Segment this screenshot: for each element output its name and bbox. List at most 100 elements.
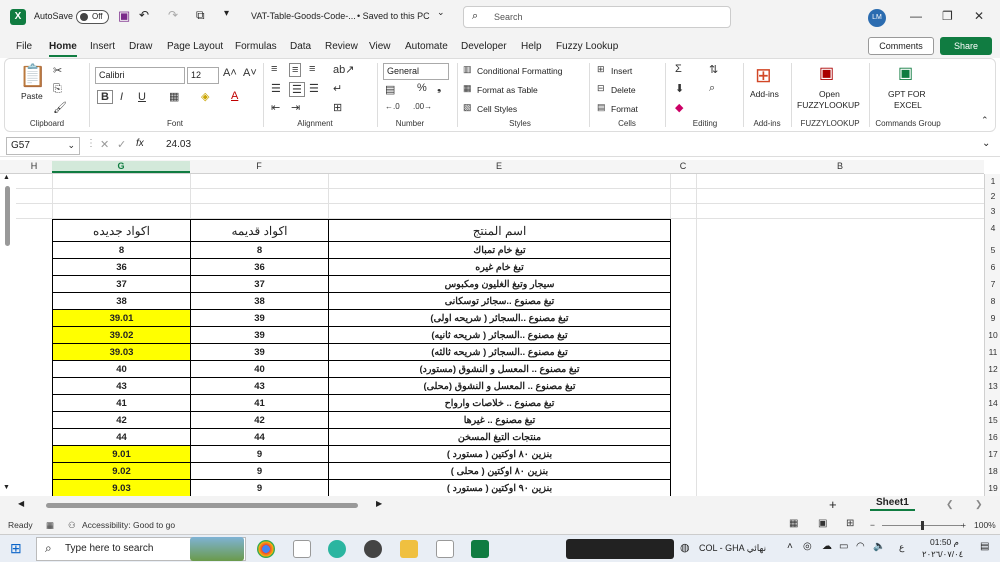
close-icon[interactable]: ✕ bbox=[974, 9, 984, 23]
sheet-tab-sheet1[interactable]: Sheet1 bbox=[870, 497, 915, 511]
align-middle-icon[interactable]: ≡ bbox=[289, 63, 302, 77]
bold-button[interactable]: B bbox=[97, 90, 113, 104]
tab-view[interactable]: View bbox=[369, 41, 391, 52]
table-cell-new-code[interactable]: 44 bbox=[52, 428, 191, 446]
name-box[interactable]: G57 ⌄ bbox=[6, 137, 80, 155]
search-box[interactable]: ⌕ Search bbox=[463, 6, 731, 28]
row-header[interactable]: 8 bbox=[985, 296, 1000, 306]
fuzzy-lookup-label[interactable]: FUZZYLOOKUP bbox=[797, 100, 860, 110]
table-cell-new-code[interactable]: 42 bbox=[52, 411, 191, 429]
table-cell-product-name[interactable]: تبغ مصنوع ..السجائر ( شريحه اولى) bbox=[328, 309, 671, 327]
table-cell-product-name[interactable]: تبغ مصنوع ..السجائر ( شريحه ثالثه) bbox=[328, 343, 671, 361]
table-cell-product-name[interactable]: تبغ مصنوع .. خلاصات وارواح bbox=[328, 394, 671, 412]
header-new-codes[interactable]: اكواد جديده bbox=[52, 219, 191, 242]
collapse-ribbon-icon[interactable]: ⌃ bbox=[981, 115, 989, 126]
weather-icon[interactable]: ☁ bbox=[822, 541, 832, 552]
table-cell-product-name[interactable]: سيجار وتبغ الغليون ومكبوس bbox=[328, 275, 671, 293]
tab-review[interactable]: Review bbox=[325, 41, 358, 52]
show-hidden-icons-icon[interactable]: ˄ bbox=[787, 541, 793, 552]
decrease-indent-icon[interactable]: ⇤ bbox=[271, 101, 280, 114]
document-icon[interactable] bbox=[436, 540, 454, 558]
clock-date[interactable]: ٢٠٢٦/٠٧/٠٤ bbox=[922, 549, 963, 560]
table-cell-new-code[interactable]: 8 bbox=[52, 241, 191, 259]
windows-start-icon[interactable]: ⊞ bbox=[10, 540, 22, 557]
paste-icon[interactable]: 📋 bbox=[19, 63, 46, 89]
comma-style-icon[interactable]: ❟ bbox=[437, 82, 441, 95]
add-ins-icon[interactable]: ⊞ bbox=[755, 63, 772, 88]
worksheet-grid[interactable]: اكواد جديده اكواد قديمه اسم المنتج 8 8 تبغ… bbox=[16, 174, 984, 496]
accessibility-status[interactable]: Accessibility: Good to go bbox=[82, 520, 175, 530]
font-size-select[interactable]: 12 bbox=[187, 67, 219, 84]
align-bottom-icon[interactable]: ≡ bbox=[309, 63, 315, 75]
row-header[interactable]: 10 bbox=[985, 330, 1000, 340]
table-cell-old-code[interactable]: 9 bbox=[190, 445, 329, 463]
row-header[interactable]: 6 bbox=[985, 262, 1000, 272]
avatar[interactable]: LM bbox=[868, 9, 886, 27]
row-header[interactable]: 17 bbox=[985, 449, 1000, 459]
table-cell-old-code[interactable]: 42 bbox=[190, 411, 329, 429]
notifications-icon[interactable]: ▤ bbox=[980, 541, 989, 552]
wrap-text-icon[interactable]: ↵ bbox=[333, 82, 342, 95]
row-header[interactable]: 16 bbox=[985, 432, 1000, 442]
table-cell-new-code[interactable]: 39.03 bbox=[52, 343, 191, 361]
add-ins-button[interactable]: Add-ins bbox=[750, 89, 779, 99]
tab-help[interactable]: Help bbox=[521, 41, 542, 52]
tab-home[interactable]: Home bbox=[49, 41, 77, 57]
tab-file[interactable]: File bbox=[16, 41, 32, 52]
italic-button[interactable]: I bbox=[120, 91, 123, 103]
zoom-out-icon[interactable]: − bbox=[870, 520, 875, 530]
table-cell-product-name[interactable]: تبغ مصنوع ..سجائر توسكانى bbox=[328, 292, 671, 310]
table-cell-old-code[interactable]: 40 bbox=[190, 360, 329, 378]
table-cell-product-name[interactable]: تبغ مصنوع .. المعسل و النشوق (محلى) bbox=[328, 377, 671, 395]
gpt-for-excel-icon[interactable]: ▣ bbox=[898, 63, 913, 83]
scroll-thumb[interactable] bbox=[5, 186, 10, 246]
format-painter-icon[interactable]: 🖌 bbox=[53, 101, 67, 114]
gpt-line2-label[interactable]: EXCEL bbox=[894, 100, 922, 110]
table-cell-product-name[interactable]: منتجات التبغ المسخن bbox=[328, 428, 671, 446]
increase-indent-icon[interactable]: ⇥ bbox=[291, 101, 300, 114]
table-cell-product-name[interactable]: تبغ مصنوع .. المعسل و النشوق (مستورد) bbox=[328, 360, 671, 378]
merge-center-icon[interactable]: ⊞ bbox=[333, 101, 342, 114]
align-left-icon[interactable]: ☰ bbox=[271, 82, 281, 95]
column-header-c[interactable]: C bbox=[670, 161, 696, 171]
font-name-select[interactable]: Calibri bbox=[95, 67, 185, 84]
row-header[interactable]: 15 bbox=[985, 415, 1000, 425]
table-cell-old-code[interactable]: 39 bbox=[190, 309, 329, 327]
row-header[interactable]: 18 bbox=[985, 466, 1000, 476]
scroll-down-icon[interactable]: ▼ bbox=[3, 484, 10, 491]
column-header-e[interactable]: E bbox=[328, 161, 670, 171]
table-cell-new-code[interactable]: 37 bbox=[52, 275, 191, 293]
fill-icon[interactable]: ⬇ bbox=[675, 82, 684, 95]
redo-icon[interactable]: ↷ bbox=[168, 8, 178, 22]
volume-icon[interactable]: 🔈 bbox=[873, 541, 885, 552]
language-indicator[interactable]: ع bbox=[899, 542, 904, 553]
scroll-right-icon[interactable]: ▶ bbox=[376, 499, 382, 508]
save-status[interactable]: • Saved to this PC bbox=[357, 11, 430, 21]
table-cell-old-code[interactable]: 38 bbox=[190, 292, 329, 310]
table-cell-old-code[interactable]: 36 bbox=[190, 258, 329, 276]
align-center-icon[interactable]: ☰ bbox=[289, 82, 305, 97]
vertical-scrollbar[interactable]: ▲ ▼ bbox=[3, 174, 13, 496]
save-icon[interactable]: ▣ bbox=[118, 8, 130, 24]
zoom-in-icon[interactable]: + bbox=[961, 520, 966, 530]
more-options-icon[interactable]: ⋮ bbox=[86, 138, 96, 149]
excel-taskbar-icon[interactable] bbox=[471, 540, 489, 558]
insert-function-icon[interactable]: fx bbox=[136, 138, 144, 149]
underline-button[interactable]: U bbox=[138, 91, 146, 103]
expand-formula-icon[interactable]: ⌄ bbox=[982, 138, 990, 149]
enter-icon[interactable]: ✓ bbox=[117, 138, 126, 151]
tray-icon[interactable]: ◎ bbox=[803, 541, 812, 552]
customize-qat-icon[interactable]: ▾ bbox=[224, 8, 229, 19]
header-old-codes[interactable]: اكواد قديمه bbox=[190, 219, 329, 242]
fuzzy-open-label[interactable]: Open bbox=[819, 89, 840, 99]
table-cell-new-code[interactable]: 36 bbox=[52, 258, 191, 276]
find-select-icon[interactable]: ⌕ bbox=[709, 82, 715, 95]
undo-icon[interactable]: ↶ bbox=[139, 8, 149, 22]
cancel-icon[interactable]: ✕ bbox=[100, 138, 109, 151]
format-as-table-button[interactable]: Format as Table bbox=[477, 85, 538, 95]
page-break-view-icon[interactable]: ⊞ bbox=[846, 518, 854, 529]
format-cells-button[interactable]: Format bbox=[611, 104, 638, 114]
formula-input[interactable]: 24.03 bbox=[166, 139, 191, 150]
file-explorer-icon[interactable] bbox=[400, 540, 418, 558]
table-cell-old-code[interactable]: 37 bbox=[190, 275, 329, 293]
